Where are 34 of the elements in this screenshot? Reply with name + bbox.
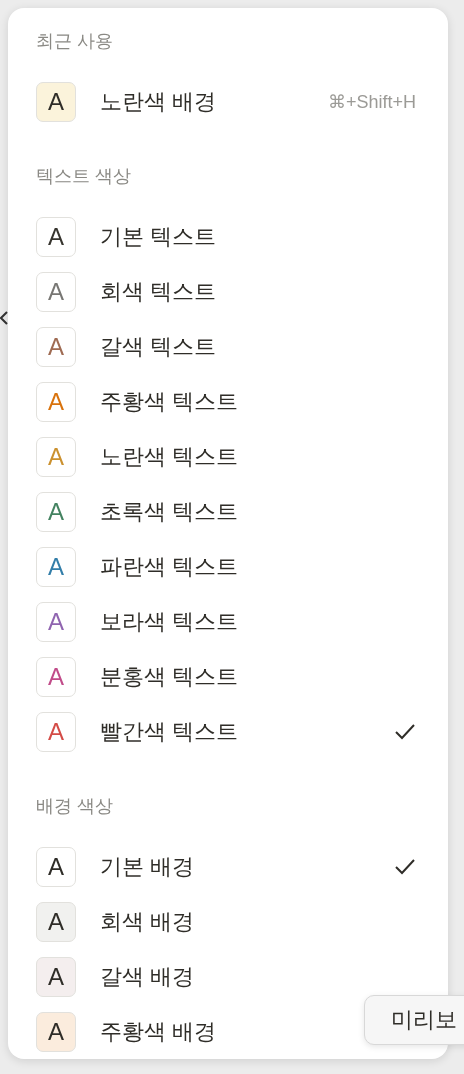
- letter-glyph: A: [48, 387, 64, 416]
- letter-glyph: A: [48, 1017, 64, 1046]
- section-heading: 최근 사용: [36, 30, 113, 53]
- letter-glyph: A: [48, 607, 64, 636]
- letter-glyph: A: [48, 552, 64, 581]
- color-option[interactable]: A 파란색 텍스트: [8, 539, 448, 594]
- color-option[interactable]: A 회색 텍스트: [8, 264, 448, 319]
- letter-glyph: A: [48, 852, 64, 881]
- color-option[interactable]: A 갈색 텍스트: [8, 319, 448, 374]
- section-heading: 텍스트 색상: [36, 165, 131, 188]
- letter-glyph: A: [48, 907, 64, 936]
- color-option[interactable]: A 회색 배경: [8, 894, 448, 949]
- letter-glyph: A: [48, 332, 64, 361]
- tooltip: 미리보: [364, 995, 464, 1045]
- color-option[interactable]: A 주황색 텍스트: [8, 374, 448, 429]
- color-option[interactable]: A 분홍색 텍스트: [8, 649, 448, 704]
- letter-glyph: A: [48, 222, 64, 251]
- section-heading: 배경 색상: [36, 795, 113, 818]
- color-option[interactable]: A 초록색 텍스트: [8, 484, 448, 539]
- letter-glyph: A: [48, 87, 64, 116]
- color-option[interactable]: A 노란색 텍스트: [8, 429, 448, 484]
- shortcut-hint: ⌘+Shift+H: [327, 90, 416, 113]
- letter-glyph: A: [48, 277, 64, 306]
- chevron-left-icon: [0, 311, 8, 325]
- letter-glyph: A: [48, 497, 64, 526]
- color-option[interactable]: A 노란색 배경 ⌘+Shift+H: [8, 74, 448, 129]
- letter-glyph: A: [48, 962, 64, 991]
- letter-glyph: A: [48, 717, 64, 746]
- color-option[interactable]: A 기본 텍스트: [8, 209, 448, 264]
- color-option[interactable]: A 기본 배경: [8, 839, 448, 894]
- color-option[interactable]: A 보라색 텍스트: [8, 594, 448, 649]
- color-option[interactable]: A 빨간색 텍스트: [8, 704, 448, 759]
- letter-glyph: A: [48, 662, 64, 691]
- letter-glyph: A: [48, 442, 64, 471]
